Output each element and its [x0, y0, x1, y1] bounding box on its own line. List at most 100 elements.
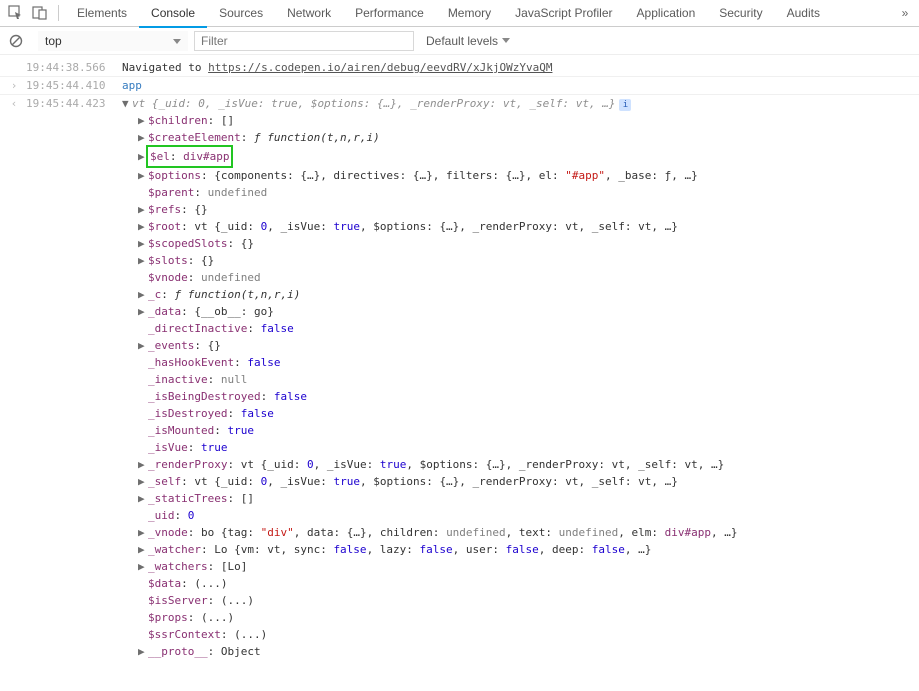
disclosure-triangle-icon[interactable]	[138, 626, 148, 643]
tab-elements[interactable]: Elements	[65, 0, 139, 26]
disclosure-triangle-icon[interactable]: ▶	[138, 129, 148, 146]
disclosure-triangle-icon[interactable]: ▶	[138, 490, 148, 507]
disclosure-triangle-icon[interactable]	[138, 592, 148, 609]
object-property[interactable]: ▶$scopedSlots: {}	[122, 235, 915, 252]
object-property[interactable]: ▶_staticTrees: []	[122, 490, 915, 507]
object-property[interactable]: _uid: 0	[122, 507, 915, 524]
tab-console[interactable]: Console	[139, 0, 207, 26]
disclosure-triangle-icon[interactable]: ▶	[138, 218, 148, 235]
object-property[interactable]: ▶_watchers: [Lo]	[122, 558, 915, 575]
output-caret-icon: ‹	[4, 95, 24, 112]
tab-js-profiler[interactable]: JavaScript Profiler	[503, 0, 624, 26]
object-property[interactable]: ▶_renderProxy: vt {_uid: 0, _isVue: true…	[122, 456, 915, 473]
object-property[interactable]: _directInactive: false	[122, 320, 915, 337]
tab-performance[interactable]: Performance	[343, 0, 436, 26]
disclosure-triangle-icon[interactable]: ▶	[138, 286, 148, 303]
info-icon[interactable]: i	[619, 99, 631, 111]
disclosure-triangle-icon[interactable]: ▶	[138, 473, 148, 490]
levels-label: Default levels	[426, 34, 498, 48]
tab-memory[interactable]: Memory	[436, 0, 503, 26]
inspect-icon[interactable]	[4, 1, 28, 25]
log-message: app	[122, 77, 915, 94]
tab-sources[interactable]: Sources	[207, 0, 275, 26]
disclosure-triangle-icon[interactable]: ▶	[138, 456, 148, 473]
disclosure-triangle-icon[interactable]	[138, 388, 148, 405]
filter-input[interactable]	[194, 31, 414, 51]
disclosure-triangle-icon[interactable]: ▶	[138, 235, 148, 252]
object-property[interactable]: ▶$refs: {}	[122, 201, 915, 218]
disclosure-triangle-icon[interactable]	[138, 439, 148, 456]
toolbar-divider	[58, 5, 59, 21]
console-toolbar: top Default levels	[0, 27, 919, 55]
object-header[interactable]: ▼vt {_uid: 0, _isVue: true, $options: {……	[122, 95, 915, 112]
object-property[interactable]: ▶$children: []	[122, 112, 915, 129]
disclosure-triangle-icon[interactable]	[138, 422, 148, 439]
disclosure-triangle-icon[interactable]: ▶	[138, 252, 148, 269]
object-property[interactable]: $data: (...)	[122, 575, 915, 592]
disclosure-triangle-icon[interactable]	[138, 184, 148, 201]
disclosure-triangle-icon[interactable]: ▶	[138, 337, 148, 354]
more-tabs-icon[interactable]: »	[895, 6, 915, 20]
object-property[interactable]: ▶_vnode: bo {tag: "div", data: {…}, chil…	[122, 524, 915, 541]
devtools-tabs: Elements Console Sources Network Perform…	[65, 0, 895, 27]
object-property[interactable]: ▶__proto__: Object	[122, 643, 915, 660]
chevron-down-icon	[502, 38, 510, 43]
object-property[interactable]: $vnode: undefined	[122, 269, 915, 286]
disclosure-triangle-icon[interactable]: ▶	[138, 201, 148, 218]
object-property[interactable]: ▶$root: vt {_uid: 0, _isVue: true, $opti…	[122, 218, 915, 235]
tab-application[interactable]: Application	[625, 0, 708, 26]
object-property[interactable]: _isDestroyed: false	[122, 405, 915, 422]
console-output: 19:44:38.566 Navigated to https://s.code…	[0, 55, 919, 664]
disclosure-triangle-icon[interactable]: ▶	[138, 643, 148, 660]
clear-console-icon[interactable]	[6, 31, 26, 51]
tab-network[interactable]: Network	[275, 0, 343, 26]
disclosure-triangle-icon[interactable]	[138, 354, 148, 371]
timestamp: 19:44:38.566	[24, 59, 122, 76]
object-property[interactable]: ▶_c: ƒ function(t,n,r,i)	[122, 286, 915, 303]
log-row-navigation: 19:44:38.566 Navigated to https://s.code…	[0, 59, 919, 77]
object-property[interactable]: ▶_self: vt {_uid: 0, _isVue: true, $opti…	[122, 473, 915, 490]
disclosure-triangle-icon[interactable]: ▼	[122, 95, 132, 112]
object-property[interactable]: $props: (...)	[122, 609, 915, 626]
log-row-output: ‹ 19:45:44.423 ▼vt {_uid: 0, _isVue: tru…	[0, 95, 919, 660]
chevron-down-icon	[173, 39, 181, 44]
object-property[interactable]: _isBeingDestroyed: false	[122, 388, 915, 405]
object-property[interactable]: ▶_watcher: Lo {vm: vt, sync: false, lazy…	[122, 541, 915, 558]
disclosure-triangle-icon[interactable]	[138, 507, 148, 524]
context-selector[interactable]: top	[38, 31, 188, 51]
object-property[interactable]: ▶$el: div#app	[122, 146, 915, 167]
disclosure-triangle-icon[interactable]: ▶	[138, 112, 148, 129]
disclosure-triangle-icon[interactable]	[138, 575, 148, 592]
object-property[interactable]: _isVue: true	[122, 439, 915, 456]
disclosure-triangle-icon[interactable]: ▶	[138, 541, 148, 558]
object-property[interactable]: _hasHookEvent: false	[122, 354, 915, 371]
disclosure-triangle-icon[interactable]: ▶	[138, 558, 148, 575]
object-property[interactable]: _isMounted: true	[122, 422, 915, 439]
disclosure-triangle-icon[interactable]: ▶	[138, 303, 148, 320]
disclosure-triangle-icon[interactable]	[138, 609, 148, 626]
log-row-input: › 19:45:44.410 app	[0, 77, 919, 95]
disclosure-triangle-icon[interactable]: ▶	[138, 167, 148, 184]
object-tree[interactable]: ▼vt {_uid: 0, _isVue: true, $options: {……	[122, 95, 915, 660]
tab-audits[interactable]: Audits	[775, 0, 832, 26]
disclosure-triangle-icon[interactable]	[138, 320, 148, 337]
disclosure-triangle-icon[interactable]	[138, 405, 148, 422]
timestamp: 19:45:44.410	[24, 77, 122, 94]
devtools-toolbar: Elements Console Sources Network Perform…	[0, 0, 919, 27]
object-property[interactable]: $parent: undefined	[122, 184, 915, 201]
object-property[interactable]: $ssrContext: (...)	[122, 626, 915, 643]
object-property[interactable]: _inactive: null	[122, 371, 915, 388]
object-property[interactable]: ▶$options: {components: {…}, directives:…	[122, 167, 915, 184]
disclosure-triangle-icon[interactable]	[138, 269, 148, 286]
log-levels-selector[interactable]: Default levels	[420, 34, 516, 48]
disclosure-triangle-icon[interactable]	[138, 371, 148, 388]
object-property[interactable]: ▶_data: {__ob__: go}	[122, 303, 915, 320]
object-property[interactable]: ▶$slots: {}	[122, 252, 915, 269]
object-property[interactable]: $isServer: (...)	[122, 592, 915, 609]
device-toggle-icon[interactable]	[28, 1, 52, 25]
object-property[interactable]: ▶$createElement: ƒ function(t,n,r,i)	[122, 129, 915, 146]
object-property[interactable]: ▶_events: {}	[122, 337, 915, 354]
tab-security[interactable]: Security	[707, 0, 774, 26]
nav-url-link[interactable]: https://s.codepen.io/airen/debug/eevdRV/…	[208, 61, 552, 74]
disclosure-triangle-icon[interactable]: ▶	[138, 524, 148, 541]
